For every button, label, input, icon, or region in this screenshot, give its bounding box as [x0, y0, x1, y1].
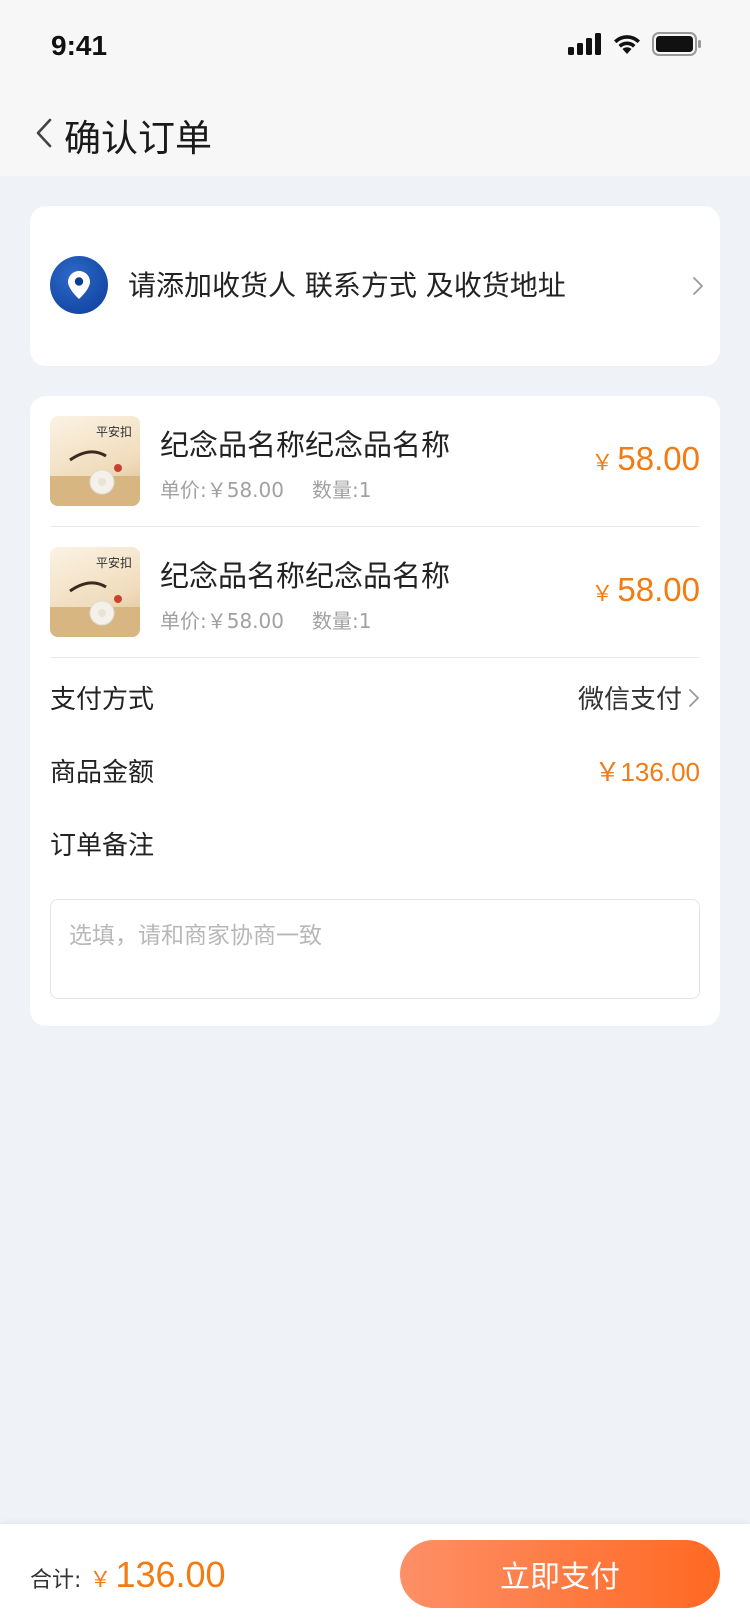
price-currency: ￥ [591, 451, 614, 476]
product-thumbnail: 平安扣 [50, 416, 140, 506]
address-prompt: 请添加收货人 联系方式 及收货地址 [128, 269, 566, 302]
quantity: 数量:1 [312, 609, 372, 633]
thumb-caption: 平安扣 [96, 555, 132, 570]
product-price: ￥ 58.00 [591, 571, 700, 609]
list-item[interactable]: 平安扣 纪念品名称纪念品名称 单价:￥58.00 数量:1 ￥ 58.00 [50, 396, 700, 527]
wifi-icon [614, 35, 640, 54]
page-title: 确认订单 [64, 117, 212, 160]
product-name: 纪念品名称纪念品名称 [160, 559, 451, 593]
location-pin-icon [50, 256, 108, 314]
pay-now-button[interactable]: 立即支付 [400, 1540, 720, 1608]
total-value: 136.00 [115, 1554, 226, 1595]
status-time: 9:41 [51, 30, 108, 61]
bottom-bar: 合计: ￥ 136.00 立即支付 [0, 1524, 750, 1624]
signal-icon [568, 33, 601, 55]
list-item[interactable]: 平安扣 纪念品名称纪念品名称 单价:￥58.00 数量:1 ￥ 58.00 [50, 527, 700, 658]
goods-amount-label: 商品金额 [50, 758, 155, 788]
nav-bar: 确认订单 [0, 90, 750, 176]
payment-method-selector[interactable]: 微信支付 [578, 679, 700, 716]
remark-input[interactable] [51, 900, 699, 998]
chevron-right-icon [688, 276, 708, 296]
product-name: 纪念品名称纪念品名称 [160, 428, 451, 462]
payment-method-label: 支付方式 [50, 685, 155, 715]
chevron-right-icon [689, 688, 699, 707]
price-value: 58.00 [617, 440, 700, 477]
quantity: 数量:1 [312, 478, 372, 502]
unit-price: 单价:￥58.00 [160, 609, 284, 633]
thumb-caption: 平安扣 [96, 424, 132, 439]
remark-label: 订单备注 [50, 831, 155, 861]
product-price: ￥ 58.00 [591, 440, 700, 478]
goods-amount-value: ￥136.00 [594, 757, 700, 787]
product-meta: 单价:￥58.00 数量:1 [160, 474, 371, 503]
price-value: 58.00 [617, 571, 700, 608]
total-label: 合计: [30, 1568, 82, 1593]
status-icons [568, 30, 702, 58]
payment-method-value: 微信支付 [577, 685, 682, 715]
status-bar: 9:41 [0, 0, 750, 90]
total-currency: ￥ [89, 1568, 112, 1593]
battery-icon [652, 32, 701, 56]
order-total: 合计: ￥ 136.00 [30, 1554, 226, 1596]
price-currency: ￥ [591, 582, 614, 607]
product-meta: 单价:￥58.00 数量:1 [160, 605, 371, 634]
chevron-left-icon [36, 118, 52, 148]
product-thumbnail: 平安扣 [50, 547, 140, 637]
unit-price: 单价:￥58.00 [160, 478, 284, 502]
address-card[interactable]: 请添加收货人 联系方式 及收货地址 [30, 206, 720, 366]
remark-box [50, 899, 700, 999]
order-card: 平安扣 纪念品名称纪念品名称 单价:￥58.00 数量:1 ￥ 58.00 平安扣 [30, 396, 720, 1026]
back-button[interactable] [24, 110, 64, 156]
